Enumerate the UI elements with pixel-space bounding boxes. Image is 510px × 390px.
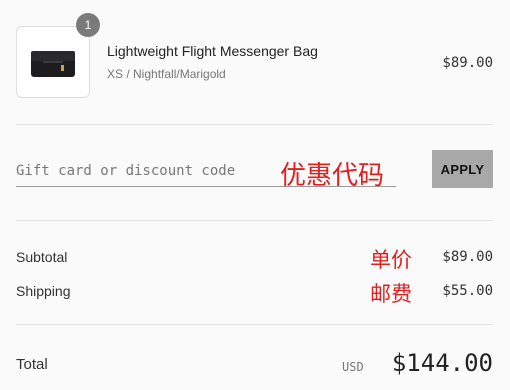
shipping-value: $55.00 (442, 283, 493, 299)
total-label: Total (16, 356, 48, 373)
divider (16, 220, 493, 221)
product-name: Lightweight Flight Messenger Bag (107, 43, 318, 59)
subtotal-annotation: 单价 (370, 248, 412, 272)
messenger-bag-image (31, 51, 75, 77)
product-thumbnail (16, 26, 90, 98)
shipping-annotation: 邮费 (370, 282, 412, 306)
product-variant: XS / Nightfall/Marigold (107, 67, 226, 81)
product-price: $89.00 (442, 55, 493, 71)
shipping-label: Shipping (16, 283, 71, 299)
discount-annotation: 优惠代码 (280, 161, 385, 191)
subtotal-value: $89.00 (442, 249, 493, 265)
quantity-badge: 1 (76, 13, 100, 37)
divider (16, 324, 493, 325)
divider (16, 124, 493, 125)
subtotal-label: Subtotal (16, 249, 68, 265)
apply-button[interactable]: APPLY (432, 150, 493, 188)
currency-code: USD (342, 360, 364, 374)
total-value: $144.00 (391, 349, 493, 377)
